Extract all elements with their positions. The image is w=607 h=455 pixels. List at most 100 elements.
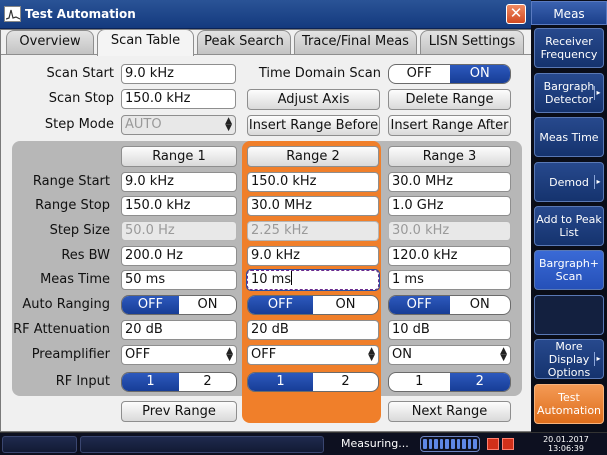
step-mode-value: AUTO (125, 117, 162, 132)
range-1-start-input[interactable]: 9.0 kHz (121, 172, 237, 192)
range-3-res-bw-input[interactable]: 120.0 kHz (388, 246, 511, 266)
range-1-header-button[interactable]: Range 1 (121, 146, 237, 167)
softkey-test-automation[interactable]: Test Automation (534, 384, 604, 424)
text-cursor (291, 271, 293, 285)
range-1-meas-time-input[interactable]: 50 ms (121, 270, 237, 290)
softkey-empty (534, 295, 604, 335)
row-label-auto-ranging: Auto Ranging (22, 297, 110, 312)
range-2-rf-input-2[interactable]: 2 (313, 373, 378, 391)
range-2-rf-input-1[interactable]: 1 (248, 373, 313, 391)
row-label-step-size: Step Size (49, 223, 110, 238)
step-mode-label: Step Mode (44, 117, 114, 132)
time-domain-on-option[interactable]: ON (449, 65, 510, 83)
date-text: 20.01.2017 (543, 435, 589, 444)
softkey-label: Bargraph Detector (543, 80, 595, 106)
softkey-bargraph-scan[interactable]: Bargraph+ Scan (534, 250, 604, 290)
range-3-rf-att-input[interactable]: 10 dB (388, 320, 511, 340)
measurement-progress-bar (420, 436, 480, 452)
range-3-step-input: 30.0 kHz (388, 221, 511, 241)
range-3-auto-ranging-toggle[interactable]: OFF ON (388, 295, 511, 315)
range-3-meas-time-input[interactable]: 1 ms (388, 270, 511, 290)
range-3-preamp-value: ON (392, 347, 412, 362)
time-domain-off-option[interactable]: OFF (389, 65, 450, 83)
row-label-rf-attenuation: RF Attenuation (13, 322, 110, 337)
range-3-start-input[interactable]: 30.0 MHz (388, 172, 511, 192)
tab-lisn-settings[interactable]: LISN Settings (420, 30, 524, 54)
tab-divider (1, 54, 531, 55)
range-1-res-bw-input[interactable]: 200.0 Hz (121, 246, 237, 266)
range-2-rf-att-input[interactable]: 20 dB (247, 320, 379, 340)
range-1-auto-on[interactable]: ON (179, 296, 236, 314)
range-2-start-input[interactable]: 150.0 kHz (247, 172, 379, 192)
softkey-demod[interactable]: Demod ▸ (534, 162, 604, 202)
range-1-rf-input-2[interactable]: 2 (179, 373, 236, 391)
range-3-rf-input-toggle[interactable]: 1 2 (388, 372, 511, 392)
insert-range-after-button[interactable]: Insert Range After (388, 115, 511, 136)
range-2-meas-time-input[interactable]: 10 ms (246, 269, 380, 291)
next-range-button[interactable]: Next Range (388, 401, 511, 422)
softkey-add-to-peak-list[interactable]: Add to Peak List (534, 206, 604, 246)
status-segment (80, 436, 324, 453)
range-3-header-button[interactable]: Range 3 (388, 146, 511, 167)
range-1-rf-input-toggle[interactable]: 1 2 (121, 372, 237, 392)
range-3-rf-input-1[interactable]: 1 (389, 373, 450, 391)
range-1-rf-att-input[interactable]: 20 dB (121, 320, 237, 340)
softkey-label: Bargraph+ Scan (538, 257, 600, 283)
tab-overview[interactable]: Overview (6, 30, 94, 54)
range-2-step-input: 2.25 kHz (247, 221, 379, 241)
range-1-step-input: 50.0 Hz (121, 221, 237, 241)
range-2-stop-input[interactable]: 30.0 MHz (247, 196, 379, 216)
range-3-rf-input-2[interactable]: 2 (449, 373, 510, 391)
tab-trace-final-meas[interactable]: Trace/Final Meas (294, 30, 417, 54)
insert-range-before-button[interactable]: Insert Range Before (247, 115, 380, 136)
step-mode-select[interactable]: AUTO ▲ ▼ (121, 115, 236, 135)
range-2-rf-input-toggle[interactable]: 1 2 (247, 372, 379, 392)
range-1-stop-input[interactable]: 150.0 kHz (121, 196, 237, 216)
scan-table-dialog: Overview Scan Table Peak Search Trace/Fi… (0, 29, 532, 432)
status-segment (2, 436, 77, 453)
range-3-stop-input[interactable]: 1.0 GHz (388, 196, 511, 216)
app-icon (4, 6, 21, 22)
softkey-meas-time[interactable]: Meas Time (534, 117, 604, 157)
range-2-auto-on[interactable]: ON (313, 296, 378, 314)
close-icon[interactable]: ✕ (506, 4, 526, 24)
measuring-status: Measuring... (341, 437, 409, 450)
range-2-preamp-value: OFF (251, 347, 277, 362)
adjust-axis-button[interactable]: Adjust Axis (247, 89, 380, 110)
softkey-label: More Display Options (547, 339, 591, 379)
tab-peak-search[interactable]: Peak Search (197, 30, 291, 54)
softkey-receiver-frequency[interactable]: Receiver Frequency (534, 28, 604, 68)
range-2-res-bw-input[interactable]: 9.0 kHz (247, 246, 379, 266)
range-3-auto-on[interactable]: ON (450, 296, 511, 314)
prev-range-button[interactable]: Prev Range (121, 401, 237, 422)
scan-start-input[interactable]: 9.0 kHz (121, 64, 236, 84)
row-label-res-bw: Res BW (61, 248, 110, 263)
status-bar: Measuring... 20.01.2017 13:06:39 (0, 432, 607, 455)
range-3-preamp-select[interactable]: ON ▲ ▼ (388, 345, 511, 365)
updown-arrow-icon: ▲ ▼ (500, 346, 507, 363)
scan-start-label: Scan Start (46, 66, 115, 81)
time-domain-scan-toggle[interactable]: OFF ON (388, 64, 511, 84)
range-2-preamp-select[interactable]: OFF ▲ ▼ (247, 345, 379, 365)
range-1-rf-input-1[interactable]: 1 (122, 373, 179, 391)
range-2-auto-off[interactable]: OFF (248, 296, 313, 314)
row-label-range-start: Range Start (32, 174, 110, 189)
window-titlebar: Test Automation ✕ (0, 0, 532, 29)
tab-scan-table[interactable]: Scan Table (97, 29, 194, 56)
softkey-label: Test Automation (536, 391, 602, 417)
range-1-auto-off[interactable]: OFF (122, 296, 179, 314)
delete-range-button[interactable]: Delete Range (388, 89, 511, 110)
range-2-auto-ranging-toggle[interactable]: OFF ON (247, 295, 379, 315)
date-time: 20.01.2017 13:06:39 (536, 435, 596, 453)
row-label-preamplifier: Preamplifier (31, 347, 110, 362)
range-3-auto-off[interactable]: OFF (389, 296, 450, 314)
softkey-label: Meas Time (539, 130, 599, 144)
range-1-preamp-select[interactable]: OFF ▲ ▼ (121, 345, 237, 365)
softkey-bargraph-detector[interactable]: Bargraph Detector ▸ (534, 73, 604, 113)
updown-arrow-icon: ▲ ▼ (225, 116, 232, 133)
range-2-header-button[interactable]: Range 2 (247, 146, 379, 167)
range-1-auto-ranging-toggle[interactable]: OFF ON (121, 295, 237, 315)
row-label-meas-time: Meas Time (40, 272, 110, 287)
softkey-more-display-options[interactable]: More Display Options ▸ (534, 339, 604, 379)
scan-stop-input[interactable]: 150.0 kHz (121, 89, 236, 109)
